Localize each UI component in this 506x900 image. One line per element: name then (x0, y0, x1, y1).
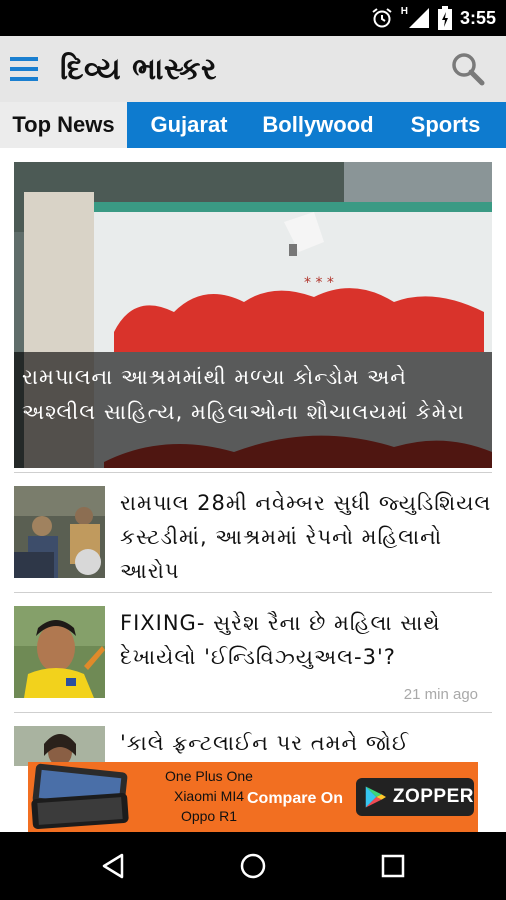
play-store-icon (365, 786, 386, 808)
ad-brand: ZOPPER (392, 786, 474, 807)
home-icon (240, 853, 266, 879)
article-thumbnail (14, 726, 105, 766)
divider (14, 712, 492, 713)
ad-model-3: Oppo R1 (180, 808, 238, 824)
article-thumbnail (14, 606, 105, 698)
list-item[interactable]: FIXING- સુરેશ રૈના છે મહિલા સાથે દેખાયેલ… (14, 606, 492, 710)
hero-story[interactable]: * * * રામપાલના આશ્રમમાંથી મળ્યા કોન્ડોમ … (14, 162, 492, 468)
tab-gujarat[interactable]: Gujarat (127, 102, 251, 148)
tab-top-news[interactable]: Top News (0, 102, 127, 148)
menu-button[interactable] (8, 52, 40, 86)
divider (14, 472, 492, 473)
recents-icon (381, 854, 405, 878)
divider (14, 592, 492, 593)
search-icon (452, 53, 485, 86)
status-bar: H 3:55 (0, 0, 506, 36)
status-icons: H 3:55 (371, 0, 496, 36)
ad-banner[interactable]: One Plus One Xiaomi MI4 Oppo R1 Compare … (28, 762, 478, 832)
recents-button[interactable] (373, 846, 413, 886)
signal-icon (408, 8, 429, 28)
list-item[interactable]: 'કાલે ફ્રન્ટલાઈન પર તમને જોઈ (14, 726, 492, 766)
article-timestamp: 21 min ago (403, 686, 478, 703)
app-bar: દિવ્ય ભાસ્કર (0, 36, 506, 102)
navigation-bar (0, 832, 506, 900)
list-item[interactable]: રામપાલ 28મી નવેમ્બર સુધી જ્યુડિશિયલ કસ્ટ… (14, 486, 492, 590)
network-type-label: H (400, 6, 408, 17)
back-icon (102, 853, 124, 879)
svg-text:* * *: * * * (304, 275, 334, 291)
article-thumbnail (14, 486, 105, 578)
back-button[interactable] (93, 846, 133, 886)
ad-model-1: One Plus One (165, 768, 253, 784)
ad-phones-image (31, 763, 129, 829)
home-button[interactable] (233, 846, 273, 886)
app-logo: દિવ્ય ભાસ્કર (60, 52, 217, 87)
alarm-icon (372, 8, 392, 28)
article-title: રામપાલ 28મી નવેમ્બર સુધી જ્યુડિશિયલ કસ્ટ… (120, 491, 492, 583)
article-title: 'કાલે ફ્રન્ટલાઈન પર તમને જોઈ (120, 731, 410, 755)
ad-compare-text: Compare On (247, 790, 344, 807)
hamburger-menu-icon (10, 57, 38, 81)
clock: 3:55 (459, 7, 496, 28)
tab-bollywood[interactable]: Bollywood (251, 102, 385, 148)
article-title: FIXING- સુરેશ રૈના છે મહિલા સાથે દેખાયેલ… (120, 611, 441, 669)
category-tabs: Top News Gujarat Bollywood Sports (0, 102, 506, 148)
battery-icon (437, 6, 452, 30)
hero-caption: રામપાલના આશ્રમમાંથી મળ્યા કોન્ડોમ અને અશ… (14, 352, 492, 468)
ad-zopper-badge[interactable]: ZOPPER (356, 778, 474, 816)
search-button[interactable] (450, 51, 486, 87)
tab-sports[interactable]: Sports (385, 102, 506, 148)
screen: H 3:55 દિવ્ય ભાસ્કર Top News Gujarat Bol… (0, 0, 506, 900)
